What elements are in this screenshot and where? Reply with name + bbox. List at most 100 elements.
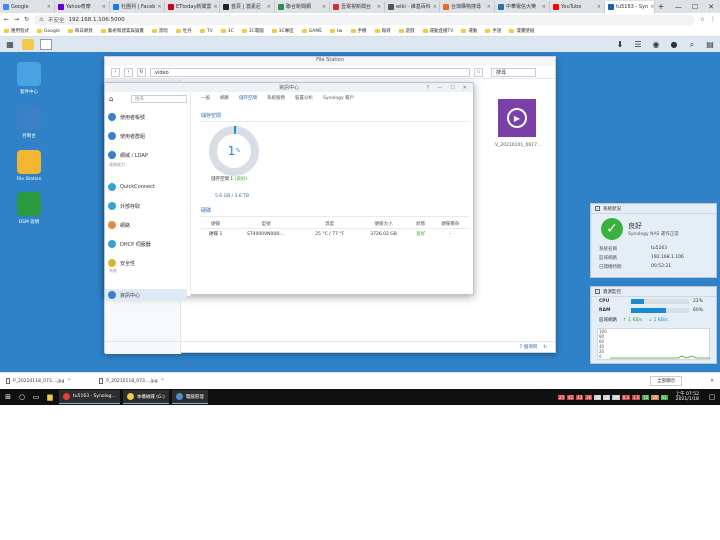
close-icon[interactable]: ✕ xyxy=(708,3,714,11)
desktop-icon-2[interactable]: File Station xyxy=(7,150,51,182)
tray-item[interactable]: 61 xyxy=(660,394,668,400)
video-file-item[interactable]: ▶ V_20210101_0617... xyxy=(495,99,541,148)
desktop-icon-3[interactable]: DSM 說明 xyxy=(7,192,51,225)
search-input[interactable]: 搜尋 xyxy=(491,67,536,77)
notification-icon[interactable]: ☰ xyxy=(632,39,644,50)
sidebar-item[interactable]: 安全性 xyxy=(105,257,187,269)
close-icon[interactable]: × xyxy=(47,4,51,10)
sidebar-item[interactable]: 外部存取 xyxy=(105,200,187,212)
tab-3[interactable]: 系統服務 xyxy=(267,95,285,101)
bookmark-item[interactable]: 3C專區 xyxy=(271,28,294,34)
widgets-icon[interactable]: ▤ xyxy=(704,39,716,50)
new-tab-button[interactable]: + xyxy=(655,2,667,11)
browser-tab[interactable]: tu5163 - Syn × xyxy=(605,0,655,13)
search-input[interactable]: 搜尋 xyxy=(131,95,187,103)
search-icon[interactable]: ○ xyxy=(17,392,27,402)
refresh-icon[interactable]: ↻ xyxy=(543,345,547,350)
tab-5[interactable]: Synology 帳戶 xyxy=(323,95,354,101)
task-view-icon[interactable]: ▭ xyxy=(31,392,41,402)
maximize-icon[interactable]: ☐ xyxy=(450,85,454,91)
main-menu-icon[interactable]: ▦ xyxy=(4,39,16,50)
back-icon[interactable]: ‹ xyxy=(111,67,120,77)
close-icon[interactable]: ✕ xyxy=(463,85,467,91)
browser-tab[interactable]: Yahoo奇摩 × xyxy=(55,0,110,13)
notification-icon[interactable]: ▢ xyxy=(707,392,717,402)
bookmark-item[interactable]: 3C xyxy=(220,29,234,34)
taskbar-app[interactable]: 本機磁碟 (G:) xyxy=(122,390,169,404)
tray-item[interactable]: 0.3 xyxy=(621,394,630,400)
show-all-button[interactable]: 全部顯示 xyxy=(650,376,683,386)
bookmark-item[interactable]: GAME xyxy=(301,29,322,34)
close-icon[interactable]: × xyxy=(542,4,546,10)
bookmark-item[interactable]: 手機 xyxy=(350,28,367,34)
bookmark-item[interactable]: 報導 xyxy=(374,28,391,34)
sidebar-item[interactable]: 使用者群組 xyxy=(105,130,187,142)
browser-tab[interactable]: ETtoday新聞雲 × xyxy=(165,0,220,13)
back-icon[interactable]: ← xyxy=(4,16,9,23)
browser-tab[interactable]: YouTube × xyxy=(550,0,605,13)
close-icon[interactable]: × xyxy=(157,4,161,10)
browser-tab[interactable]: wiki - 維基百科 × xyxy=(385,0,440,13)
browser-tab[interactable]: 社團列 | Faceb × xyxy=(110,0,165,13)
bookmark-item[interactable]: 應用程式 xyxy=(4,28,29,34)
bookmark-item[interactable]: 3C電腦 xyxy=(241,28,264,34)
collapse-icon[interactable]: - xyxy=(595,289,600,294)
close-icon[interactable]: × xyxy=(213,4,217,10)
tray-item[interactable]: 10 xyxy=(642,394,650,400)
bookmark-item[interactable]: 運動直播TV xyxy=(422,28,453,34)
tray-item[interactable]: 1.5 xyxy=(631,394,641,400)
search-icon[interactable]: ⌕ xyxy=(686,39,698,50)
tab-0[interactable]: 一般 xyxy=(201,95,210,101)
close-icon[interactable]: × xyxy=(322,4,326,10)
forward-icon[interactable]: › xyxy=(124,67,133,77)
reload-icon[interactable]: ↻ xyxy=(24,16,29,23)
bookmark-item[interactable]: 漫畫壁紙 xyxy=(509,28,534,34)
taskbar-app[interactable]: 電腦管理 xyxy=(171,390,208,404)
tab-2[interactable]: 儲存空間 xyxy=(239,95,257,101)
table-row[interactable]: 硬碟 1 ST4000VN008-... 25 °C / 77 °F 3726.02 … xyxy=(201,229,469,240)
user-icon[interactable]: ● xyxy=(668,39,680,50)
sidebar-item[interactable]: 使用者帳號 xyxy=(105,111,187,123)
bookmark-item[interactable]: 每日網頁 xyxy=(67,28,93,34)
chat-icon[interactable]: ◉ xyxy=(650,39,662,50)
bookmark-item[interactable]: 運動 xyxy=(461,28,477,34)
tray-item[interactable]: 28 xyxy=(594,394,602,400)
info-center-task-icon[interactable] xyxy=(40,39,52,50)
clock[interactable]: 上午 07:52 2021/1/18 xyxy=(672,392,703,402)
tray-item[interactable]: 29 xyxy=(651,394,659,400)
chevron-up-icon[interactable]: ^ xyxy=(161,379,165,384)
collapse-icon[interactable]: - xyxy=(595,206,600,211)
browser-tab[interactable]: 聯合新聞網 × xyxy=(275,0,330,13)
help-icon[interactable]: ? xyxy=(427,85,430,91)
taskbar-app[interactable]: tu5163 - Synolog... xyxy=(59,390,120,404)
sidebar-item[interactable]: 網路 xyxy=(105,219,187,231)
close-icon[interactable]: × xyxy=(650,4,654,10)
tray-item[interactable]: 28 xyxy=(603,394,611,400)
sidebar-item[interactable]: DHCP 伺服器 xyxy=(105,238,187,250)
close-icon[interactable]: × xyxy=(433,4,437,10)
browser-tab[interactable]: 壹電視新聞台 × xyxy=(330,0,385,13)
chevron-up-icon[interactable]: ^ xyxy=(67,379,71,384)
close-icon[interactable]: × xyxy=(487,4,491,10)
file-station-task-icon[interactable] xyxy=(22,39,34,50)
tray-item[interactable]: 19 xyxy=(612,394,620,400)
tray-item[interactable]: 43 xyxy=(576,394,584,400)
browser-tab[interactable]: 中華電信大樂 × xyxy=(495,0,550,13)
forward-icon[interactable]: → xyxy=(14,16,19,23)
close-icon[interactable]: × xyxy=(597,4,601,10)
tab-1[interactable]: 網路 xyxy=(220,95,229,101)
refresh-icon[interactable]: ↻ xyxy=(137,67,146,77)
desktop-icon-0[interactable]: 套件中心 xyxy=(7,62,51,95)
browser-tab[interactable]: 首頁 | 激素尼 × xyxy=(220,0,275,13)
menu-dots-icon[interactable]: ⋮ xyxy=(710,16,716,23)
close-icon[interactable]: × xyxy=(267,4,271,10)
download-icon[interactable]: ⬇ xyxy=(614,39,626,50)
minimize-icon[interactable]: — xyxy=(675,3,682,11)
sidebar-item[interactable]: QuickConnect xyxy=(105,181,187,193)
windows-start-icon[interactable]: ⊞ xyxy=(3,392,13,402)
bookmark-item[interactable]: 遊戲 xyxy=(398,28,415,34)
bookmark-item[interactable]: TV xyxy=(199,29,213,34)
bookmark-item[interactable]: 牡丹 xyxy=(175,28,192,34)
bookmark-item[interactable]: 手語 xyxy=(485,28,501,34)
url-field[interactable]: ⚠ 不安全 192.168.1.106:5000 xyxy=(34,14,695,25)
